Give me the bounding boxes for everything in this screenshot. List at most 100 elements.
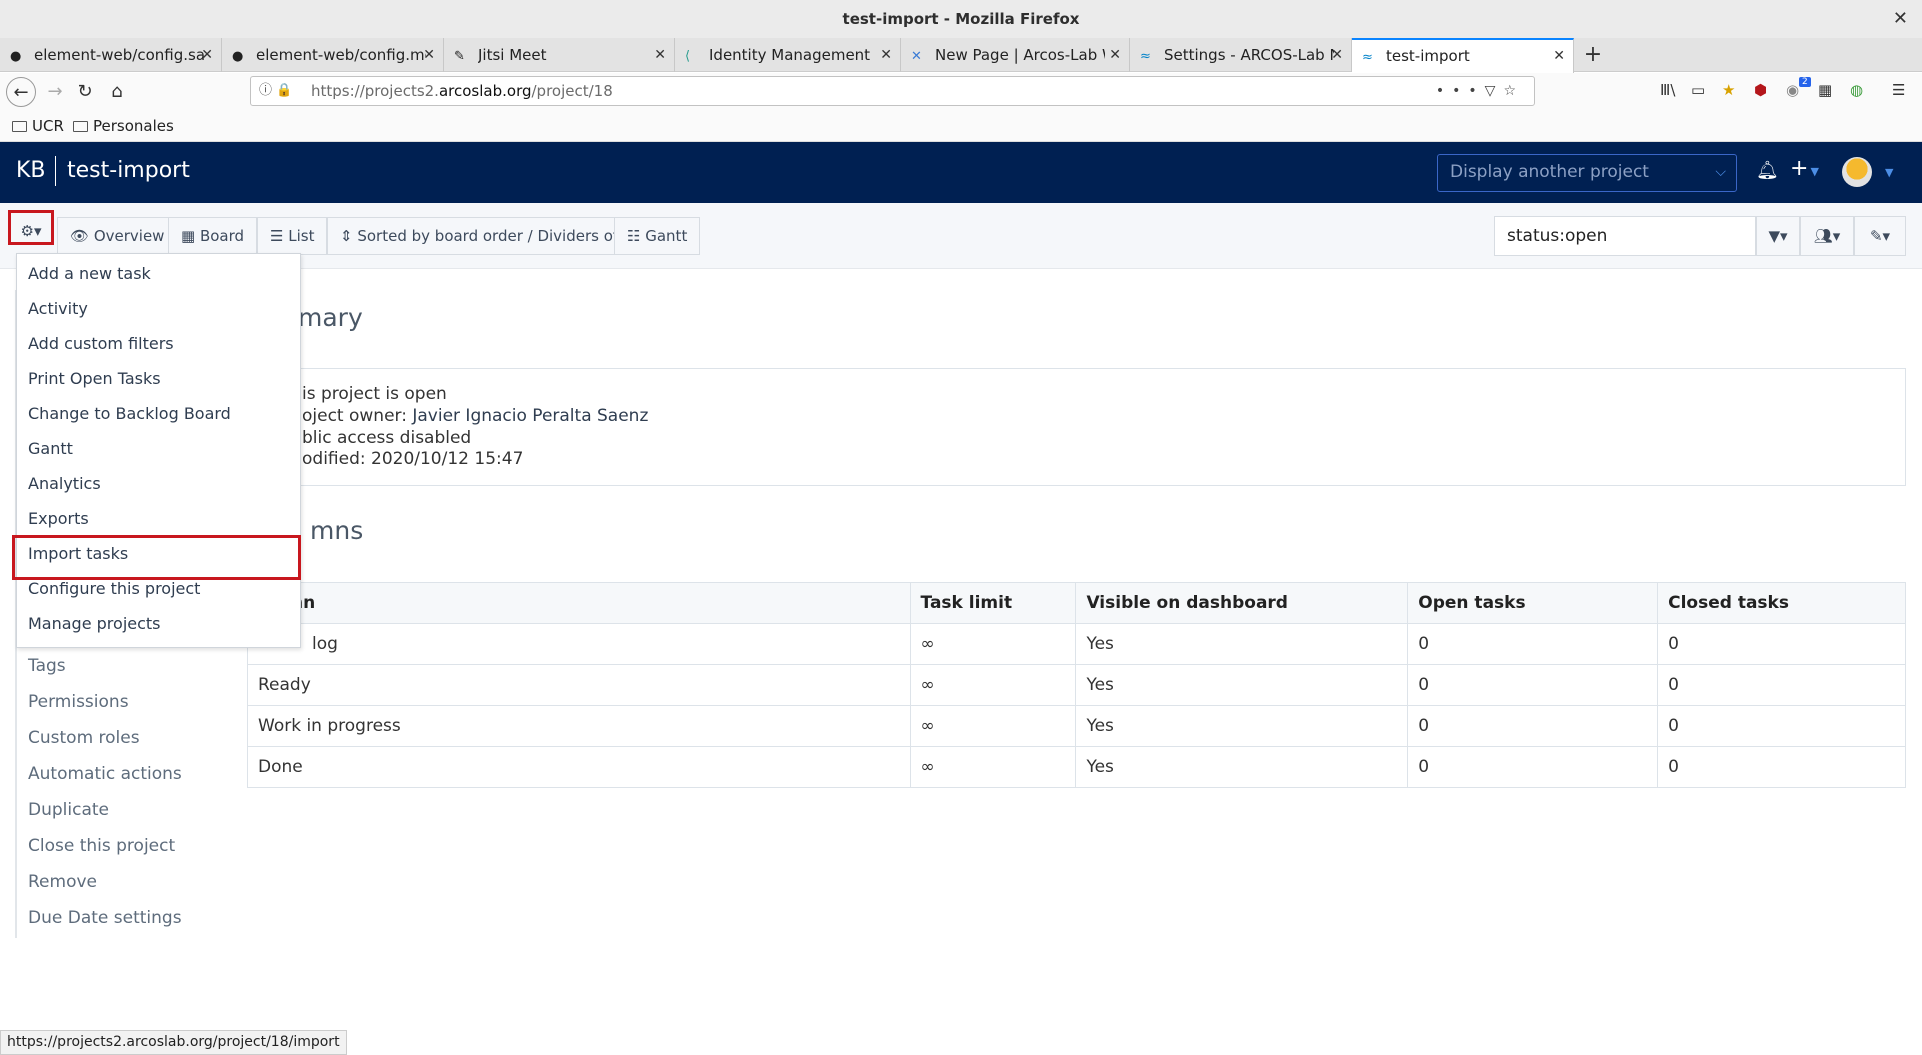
menu-item-add-task[interactable]: Add a new task [28,264,151,283]
filter-dropdown-button[interactable]: ▼▾ [1756,216,1800,256]
menu-item-add-custom-filters[interactable]: Add custom filters [28,334,174,353]
project-status-text: is project is open [302,384,447,404]
menu-item-configure-project[interactable]: Configure this project [28,579,200,598]
window-title: test-import - Mozilla Firefox [842,10,1080,28]
folder-icon [73,121,88,132]
page-actions-icon[interactable]: •••▽☆ [1436,77,1524,105]
forward-icon[interactable]: → [40,77,70,107]
browser-tab[interactable]: ≈ Settings - ARCOS-Lab Ne ✕ [1130,38,1352,72]
public-access-text: blic access disabled [302,428,472,448]
menu-item-activity[interactable]: Activity [28,299,88,318]
github-icon: ● [232,49,244,64]
sidebar-icon[interactable]: ▭ [1691,81,1705,99]
browser-tab-active[interactable]: ≈ test-import ✕ [1352,38,1574,73]
extension-shield-icon[interactable]: ◍ [1850,81,1863,99]
sidebar-item-remove[interactable]: Remove [28,872,97,892]
sidebar-item-custom-roles[interactable]: Custom roles [28,728,140,748]
sort-button[interactable]: ⇕ Sorted by board order / Dividers off [327,217,637,255]
new-tab-icon[interactable]: + [1578,38,1608,72]
nav-toolbar: ← → ↻ ⌂ ⓘ 🔒 https://projects2.arcoslab.o… [0,73,1922,111]
chevron-down-icon: ⌵ [1715,164,1726,180]
project-owner-line: oject owner: Javier Ignacio Peralta Saen… [302,406,649,426]
tab-close-icon[interactable]: ✕ [654,38,666,72]
table-row: Ready ∞ Yes 0 0 [247,664,1906,706]
menu-item-manage-projects[interactable]: Manage projects [28,614,161,633]
caret-down-icon[interactable]: ▼ [1885,166,1893,179]
bookmarks-bar: UCR Personales [0,111,1922,142]
paint-dropdown-button[interactable]: ✎▾ [1854,216,1906,256]
menu-item-print-open-tasks[interactable]: Print Open Tasks [28,369,161,388]
browser-tab[interactable]: ✎ Jitsi Meet ✕ [444,38,675,72]
menu-item-backlog-board[interactable]: Change to Backlog Board [28,404,231,423]
gear-highlight-box [8,210,54,245]
menu-item-exports[interactable]: Exports [28,509,89,528]
sidebar-item-due-date-settings[interactable]: Due Date settings [28,908,182,928]
columns-table: nn Task limit Visible on dashboard Open … [247,582,1906,788]
tab-strip: ● element-web/config.sam ✕ ● element-web/co… [0,38,1922,73]
extension-badge-count: 2 [1799,77,1811,87]
sidebar-item-close-project[interactable]: Close this project [28,836,175,856]
table-header: Visible on dashboard [1075,582,1409,624]
jitsi-icon: ✎ [454,49,465,64]
browser-tab[interactable]: ✕ New Page | Arcos-Lab Wi ✕ [901,38,1130,72]
avatar[interactable] [1842,157,1872,187]
menu-item-analytics[interactable]: Analytics [28,474,101,493]
github-icon: ● [10,49,22,64]
sidebar-item-automatic-actions[interactable]: Automatic actions [28,764,182,784]
browser-tab[interactable]: ⟨ Identity Management ✕ [675,38,901,72]
table-header: nn [247,582,911,624]
window-title-bar: test-import - Mozilla Firefox [0,0,1922,38]
kanboard-icon: ≈ [1362,50,1373,65]
table-header-row: nn Task limit Visible on dashboard Open … [247,582,1906,624]
users-icon: 👥︎▾ [1813,227,1841,245]
bookmark-folder[interactable]: UCR [12,117,64,135]
sidebar-item-tags[interactable]: Tags [28,656,66,676]
project-switcher-select[interactable]: Display another project ⌵ [1437,154,1737,192]
owner-name: Javier Ignacio Peralta Saenz [412,406,649,426]
overview-button[interactable]: 👁︎ Overview [57,217,178,255]
sidebar-item-duplicate[interactable]: Duplicate [28,800,109,820]
tab-close-icon[interactable]: ✕ [1553,40,1565,72]
sidebar-item-permissions[interactable]: Permissions [28,692,129,712]
nextcloud-icon: ≈ [1140,49,1151,64]
back-icon[interactable]: ← [6,77,36,107]
tab-close-icon[interactable]: ✕ [880,38,892,72]
search-input[interactable] [1494,216,1756,256]
gantt-button[interactable]: ☷ Gantt [614,217,701,255]
folder-icon [12,121,27,132]
wiki-icon: ✕ [911,49,922,64]
browser-tab[interactable]: ● element-web/config.sam ✕ [0,38,222,72]
extension-badge-icon[interactable]: ◉ [1786,81,1799,99]
menu-item-gantt[interactable]: Gantt [28,439,73,458]
users-dropdown-button[interactable]: 👥︎▾ [1800,216,1854,256]
tab-close-icon[interactable]: ✕ [423,38,435,72]
reload-icon[interactable]: ↻ [70,77,100,107]
import-highlight-box [12,535,301,580]
summary-heading: mary [298,303,363,332]
bell-icon[interactable]: 🔔︎ [1756,160,1779,181]
url-bar[interactable]: ⓘ 🔒 https://projects2.arcoslab.org/proje… [250,76,1535,106]
home-icon[interactable]: ⌂ [102,77,132,107]
menu-icon[interactable]: ☰ [1892,81,1905,99]
brush-icon: ✎▾ [1869,227,1891,245]
list-icon: ☰ [270,227,284,245]
board-button[interactable]: ▦ Board [168,217,258,255]
browser-tab[interactable]: ● element-web/config.md ✕ [222,38,444,72]
ublock-icon[interactable]: ⬢ [1754,81,1767,99]
window-close-icon[interactable]: ✕ [1893,0,1908,38]
tab-close-icon[interactable]: ✕ [1109,38,1121,72]
plus-icon[interactable]: + ▼ [1790,156,1819,181]
tab-close-icon[interactable]: ✕ [1331,38,1343,72]
table-row: Done ∞ Yes 0 0 [247,746,1906,788]
extension-star-icon[interactable]: ★ [1722,81,1735,99]
site-security-icon[interactable]: ⓘ 🔒 [259,77,292,105]
url-text[interactable]: https://projects2.arcoslab.org/project/1… [311,77,613,105]
tab-close-icon[interactable]: ✕ [201,38,213,72]
library-icon[interactable]: Ⅲ\ [1660,81,1675,99]
extensions-grid-icon[interactable]: ▦ [1818,81,1832,99]
table-header: Closed tasks [1657,582,1906,624]
list-button[interactable]: ☰ List [257,217,328,255]
project-title: test-import [67,158,190,183]
app-logo[interactable]: KB [16,158,46,183]
bookmark-folder[interactable]: Personales [73,117,174,135]
